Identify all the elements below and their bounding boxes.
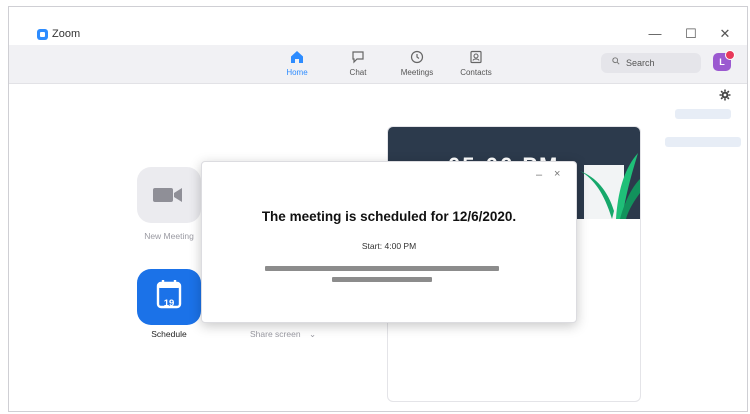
video-camera-icon bbox=[153, 188, 182, 202]
tab-meetings[interactable]: Meetings bbox=[393, 49, 441, 77]
share-screen-text: Share screen bbox=[250, 329, 301, 339]
clock-icon bbox=[410, 50, 424, 64]
search-input[interactable]: Search bbox=[601, 53, 701, 73]
gear-icon[interactable] bbox=[719, 89, 731, 101]
close-button[interactable]: ✕ bbox=[715, 24, 735, 44]
chat-icon bbox=[352, 51, 364, 64]
top-navigation: Home Chat Meetings Contacts Search L bbox=[9, 45, 747, 84]
schedule-label: Schedule bbox=[151, 329, 187, 339]
redacted-link bbox=[332, 277, 432, 282]
dialog-minimize-button[interactable]: – bbox=[536, 169, 542, 181]
faint-chip bbox=[675, 109, 731, 119]
home-icon bbox=[291, 51, 303, 63]
search-icon bbox=[612, 57, 620, 65]
zoom-window: Zoom — ☐ ✕ Home Chat Meetings Contacts S… bbox=[8, 6, 748, 412]
maximize-button[interactable]: ☐ bbox=[681, 24, 701, 44]
minimize-button[interactable]: — bbox=[645, 24, 665, 44]
schedule-button[interactable]: 19 bbox=[137, 269, 201, 325]
app-title: Zoom bbox=[52, 28, 81, 40]
calendar-day: 19 bbox=[163, 298, 175, 309]
contacts-icon bbox=[470, 50, 482, 64]
zoom-logo-icon bbox=[37, 29, 48, 40]
plant-illustration bbox=[580, 153, 640, 219]
title-bar: Zoom — ☐ ✕ bbox=[9, 7, 747, 47]
tab-chat-label: Chat bbox=[349, 68, 367, 77]
tab-home[interactable]: Home bbox=[273, 49, 321, 77]
calendar-icon bbox=[156, 280, 182, 309]
tab-home-label: Home bbox=[286, 68, 308, 77]
redacted-link bbox=[265, 266, 499, 271]
tab-meetings-label: Meetings bbox=[400, 68, 434, 77]
search-placeholder: Search bbox=[626, 58, 655, 68]
dialog-close-button[interactable]: × bbox=[554, 168, 560, 180]
chevron-down-icon: ⌄ bbox=[308, 329, 317, 339]
tab-contacts[interactable]: Contacts bbox=[452, 49, 500, 77]
new-meeting-button[interactable] bbox=[137, 167, 201, 223]
dialog-start-time: Start: 4:00 PM bbox=[361, 241, 417, 251]
scheduled-meeting-dialog: – × The meeting is scheduled for 12/6/20… bbox=[201, 161, 577, 323]
faint-chip bbox=[665, 137, 741, 147]
tab-contacts-label: Contacts bbox=[460, 68, 492, 77]
dialog-title: The meeting is scheduled for 12/6/2020. bbox=[261, 209, 517, 224]
tab-chat[interactable]: Chat bbox=[334, 49, 382, 77]
notification-dot bbox=[725, 50, 735, 60]
share-screen-label[interactable]: Share screen ⌄ bbox=[250, 329, 316, 340]
